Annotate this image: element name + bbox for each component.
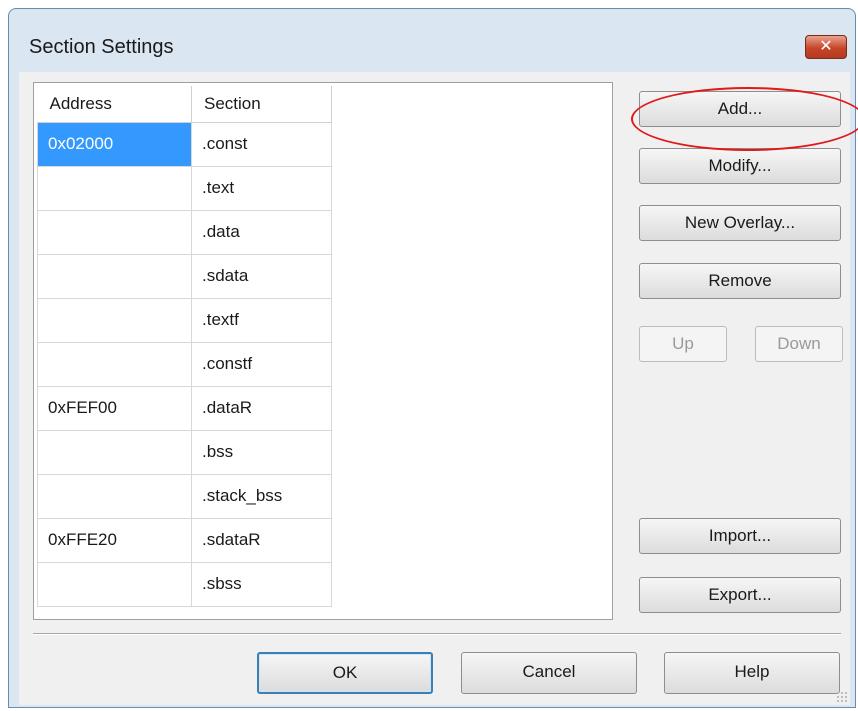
cancel-button[interactable]: Cancel bbox=[461, 652, 637, 694]
import-button[interactable]: Import... bbox=[639, 518, 841, 554]
new-overlay-button[interactable]: New Overlay... bbox=[639, 205, 841, 241]
table-row[interactable]: .sbss bbox=[37, 561, 332, 607]
address-cell[interactable] bbox=[37, 341, 192, 387]
table-row[interactable]: .stack_bss bbox=[37, 473, 332, 519]
section-cell[interactable]: .dataR bbox=[191, 385, 332, 431]
section-cell[interactable]: .const bbox=[191, 121, 332, 167]
address-cell[interactable] bbox=[37, 209, 192, 255]
section-cell[interactable]: .textf bbox=[191, 297, 332, 343]
table-header-row: Address Section bbox=[37, 86, 332, 123]
table-row[interactable]: .sdata bbox=[37, 253, 332, 299]
table-row[interactable]: .text bbox=[37, 165, 332, 211]
down-button[interactable]: Down bbox=[755, 326, 843, 362]
highlight-ellipse bbox=[631, 87, 858, 151]
close-icon: ✕ bbox=[819, 38, 833, 55]
separator-line bbox=[33, 633, 841, 635]
table-row[interactable]: 0xFFE20 .sdataR bbox=[37, 517, 332, 563]
section-cell[interactable]: .sbss bbox=[191, 561, 332, 607]
address-cell[interactable] bbox=[37, 473, 192, 519]
table-row[interactable]: .constf bbox=[37, 341, 332, 387]
table-row[interactable]: 0xFEF00 .dataR bbox=[37, 385, 332, 431]
address-cell[interactable] bbox=[37, 297, 192, 343]
dialog-client-area: Address Section 0x02000 .const .text .dat… bbox=[19, 72, 858, 705]
ok-button[interactable]: OK bbox=[257, 652, 433, 694]
up-button[interactable]: Up bbox=[639, 326, 727, 362]
section-cell[interactable]: .sdataR bbox=[191, 517, 332, 563]
section-cell[interactable]: .sdata bbox=[191, 253, 332, 299]
section-cell[interactable]: .data bbox=[191, 209, 332, 255]
address-cell[interactable]: 0xFFE20 bbox=[37, 517, 192, 563]
address-cell[interactable] bbox=[37, 561, 192, 607]
table-row[interactable]: 0x02000 .const bbox=[37, 121, 332, 167]
section-cell[interactable]: .bss bbox=[191, 429, 332, 475]
title-bar: Section Settings ✕ bbox=[9, 9, 855, 71]
help-button[interactable]: Help bbox=[664, 652, 840, 694]
modify-button[interactable]: Modify... bbox=[639, 148, 841, 184]
section-cell[interactable]: .text bbox=[191, 165, 332, 211]
dialog-title: Section Settings bbox=[29, 36, 174, 58]
column-header-section[interactable]: Section bbox=[191, 86, 332, 123]
section-settings-dialog: Section Settings ✕ Address Section 0x020… bbox=[8, 8, 858, 708]
address-cell[interactable] bbox=[37, 165, 192, 211]
column-header-address[interactable]: Address bbox=[37, 86, 192, 123]
close-button[interactable]: ✕ bbox=[805, 35, 847, 59]
address-cell[interactable] bbox=[37, 253, 192, 299]
section-cell[interactable]: .stack_bss bbox=[191, 473, 332, 519]
address-cell[interactable]: 0x02000 bbox=[37, 121, 192, 167]
table-row[interactable]: .textf bbox=[37, 297, 332, 343]
table-row[interactable]: .data bbox=[37, 209, 332, 255]
section-list[interactable]: Address Section 0x02000 .const .text .dat… bbox=[33, 82, 613, 620]
resize-grip-icon[interactable] bbox=[836, 691, 848, 703]
section-cell[interactable]: .constf bbox=[191, 341, 332, 387]
export-button[interactable]: Export... bbox=[639, 577, 841, 613]
remove-button[interactable]: Remove bbox=[639, 263, 841, 299]
address-cell[interactable]: 0xFEF00 bbox=[37, 385, 192, 431]
section-table: Address Section 0x02000 .const .text .dat… bbox=[37, 86, 332, 607]
address-cell[interactable] bbox=[37, 429, 192, 475]
table-row[interactable]: .bss bbox=[37, 429, 332, 475]
